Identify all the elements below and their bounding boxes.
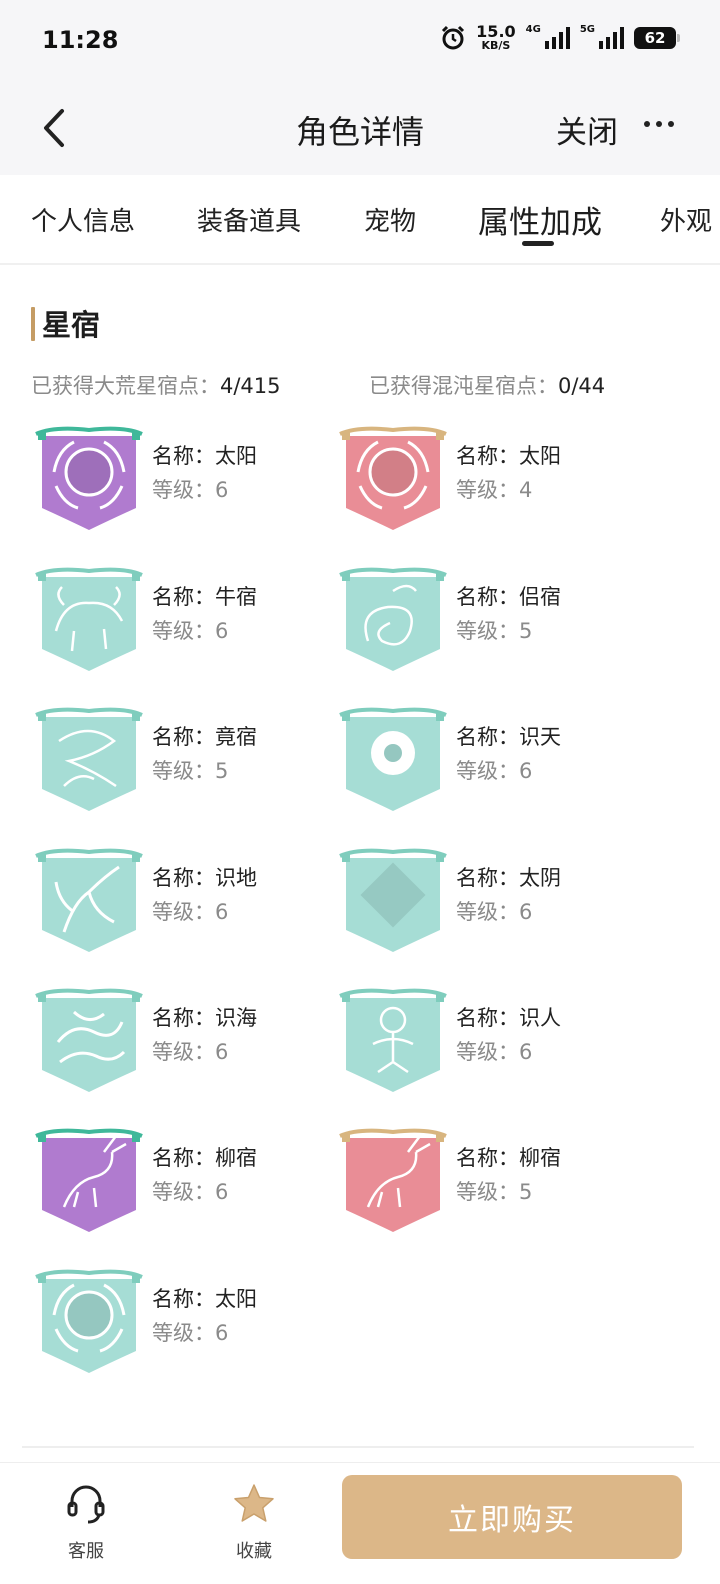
favorite-label: 收藏 (236, 1541, 272, 1562)
tab-appearance[interactable]: 外观 (660, 201, 712, 238)
signal-5g-icon (599, 26, 624, 49)
sun-emblem-icon (35, 426, 143, 530)
status-time: 11:28 (42, 26, 119, 54)
customer-service-button[interactable]: 客服 (54, 1479, 118, 1562)
tab-personal-info[interactable]: 个人信息 (31, 201, 135, 238)
dragon-emblem-icon (35, 707, 143, 811)
tab-pet[interactable]: 宠物 (364, 201, 416, 238)
more-icon[interactable] (644, 109, 684, 139)
bottom-bar: 客服 收藏 立即购买 (0, 1462, 720, 1584)
deer-emblem-icon (339, 1128, 447, 1232)
favorite-button[interactable]: 收藏 (222, 1479, 286, 1562)
star-icon (234, 1484, 274, 1522)
constellation-item[interactable]: 名称：太阳 等级：6 (34, 420, 334, 540)
tab-bar: 个人信息 装备道具 宠物 属性加成 外观 (0, 175, 720, 265)
constellation-item[interactable]: 名称：识地 等级：6 (34, 842, 334, 962)
serpent-emblem-icon (339, 567, 447, 671)
constellation-item[interactable]: 名称：太阳 等级：4 (338, 420, 638, 540)
deer-emblem-icon (35, 1128, 143, 1232)
moon-emblem-icon (339, 848, 447, 952)
headset-icon (67, 1485, 105, 1524)
stat-dahuang-points: 已获得大荒星宿点：4/415 (31, 374, 281, 398)
signal-4g-label: 4G (525, 24, 541, 35)
constellation-item[interactable]: 名称：识海 等级：6 (34, 982, 334, 1102)
network-speed: 15.0 KB/S (476, 22, 516, 52)
constellation-item[interactable]: 名称：竟宿 等级：5 (34, 701, 334, 821)
tab-equipment[interactable]: 装备道具 (197, 201, 301, 238)
sun-emblem-icon (35, 1269, 143, 1373)
signal-4g-icon (544, 26, 570, 49)
sun-emblem-icon (339, 426, 447, 530)
wave-emblem-icon (35, 988, 143, 1092)
alarm-icon (442, 25, 465, 49)
ring-emblem-icon (339, 707, 447, 811)
tab-attribute-bonus[interactable]: 属性加成 (478, 197, 602, 242)
constellation-item[interactable]: 名称：太阳 等级：6 (34, 1263, 334, 1383)
battery-icon: 62 (634, 26, 680, 49)
constellation-item[interactable]: 名称：柳宿 等级：6 (34, 1122, 334, 1242)
buy-now-button[interactable]: 立即购买 (342, 1475, 682, 1559)
status-icons: 15.0 KB/S 4G 5G 62 (440, 22, 680, 52)
section-marker (31, 307, 35, 341)
constellation-item[interactable]: 名称：太阴 等级：6 (338, 842, 638, 962)
customer-service-label: 客服 (68, 1541, 104, 1562)
divider (22, 1446, 694, 1448)
close-button[interactable]: 关闭 (556, 107, 618, 152)
status-bar: 11:28 15.0 KB/S 4G 5G 62 (0, 0, 720, 85)
constellation-item[interactable]: 名称：识人 等级：6 (338, 982, 638, 1102)
tree-emblem-icon (35, 848, 143, 952)
signal-5g-label: 5G (579, 24, 595, 35)
constellation-item[interactable]: 名称：识天 等级：6 (338, 701, 638, 821)
constellation-item[interactable]: 名称：柳宿 等级：5 (338, 1122, 638, 1242)
section-title: 星宿 (42, 308, 101, 342)
stat-hundun-points: 已获得混沌星宿点：0/44 (369, 374, 606, 398)
constellation-item[interactable]: 名称：牛宿 等级：6 (34, 561, 334, 681)
ox-emblem-icon (35, 567, 143, 671)
figure-emblem-icon (339, 988, 447, 1092)
active-tab-indicator (522, 241, 554, 246)
nav-bar: 角色详情 关闭 (0, 85, 720, 175)
constellation-item[interactable]: 名称：侣宿 等级：5 (338, 561, 638, 681)
